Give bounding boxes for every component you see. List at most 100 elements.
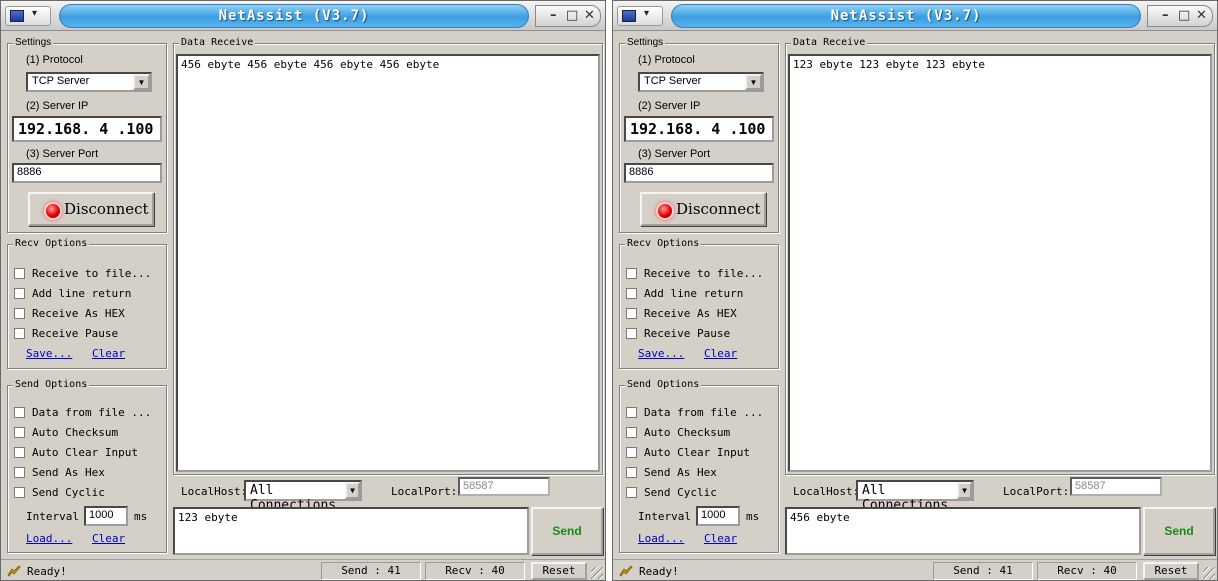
server-port-input[interactable]: 8886 xyxy=(624,163,774,183)
interval-label: Interval xyxy=(638,510,691,523)
recv-options-group: Recv Options Receive to file... Add line… xyxy=(619,238,779,369)
localport-input[interactable]: 58587 xyxy=(458,477,550,496)
recv-option-checkbox[interactable]: Add line return xyxy=(14,287,164,301)
recv-option-checkbox[interactable]: Receive Pause xyxy=(626,327,776,341)
checkbox-box[interactable] xyxy=(626,447,637,458)
send-option-checkbox[interactable]: Send Cyclic xyxy=(14,486,164,500)
settings-group-label: Settings xyxy=(625,37,666,49)
send-textarea[interactable]: 456 ebyte xyxy=(785,507,1141,555)
dropdown-arrow-icon[interactable]: ▼ xyxy=(345,482,360,499)
checkbox-box[interactable] xyxy=(14,308,25,319)
protocol-select[interactable]: TCP Server ▼ xyxy=(638,72,764,92)
recv-option-checkbox[interactable]: Receive Pause xyxy=(14,327,164,341)
send-option-checkbox[interactable]: Auto Clear Input xyxy=(626,446,776,460)
window-title: NetAssist (V3.7) xyxy=(830,8,982,24)
send-option-checkbox[interactable]: Send As Hex xyxy=(14,466,164,480)
send-option-checkbox[interactable]: Send Cyclic xyxy=(626,486,776,500)
close-icon[interactable]: ✕ xyxy=(584,8,595,23)
send-option-checkbox[interactable]: Auto Checksum xyxy=(626,426,776,440)
checkbox-box[interactable] xyxy=(14,288,25,299)
reset-button[interactable]: Reset xyxy=(1143,562,1199,580)
server-port-label: (3) Server Port xyxy=(26,148,99,160)
send-button[interactable]: Send xyxy=(1143,507,1215,555)
checkbox-box[interactable] xyxy=(14,467,25,478)
server-ip-input[interactable]: 192.168. 4 .100 xyxy=(12,116,162,142)
recv-option-checkbox[interactable]: Receive As HEX xyxy=(14,307,164,321)
send-textarea[interactable]: 123 ebyte xyxy=(173,507,529,555)
server-ip-input[interactable]: 192.168. 4 .100 xyxy=(624,116,774,142)
save-link[interactable]: Save... xyxy=(638,347,684,360)
recv-clear-link[interactable]: Clear xyxy=(92,347,125,360)
recv-option-checkbox[interactable]: Receive to file... xyxy=(14,267,164,281)
title-bar[interactable]: ▾ NetAssist (V3.7) – □ ✕ xyxy=(613,1,1217,31)
load-link[interactable]: Load... xyxy=(638,532,684,545)
send-option-checkbox[interactable]: Data from file ... xyxy=(626,406,776,420)
resize-grip-icon[interactable] xyxy=(1203,567,1215,579)
send-option-checkbox[interactable]: Auto Clear Input xyxy=(14,446,164,460)
save-link[interactable]: Save... xyxy=(26,347,72,360)
send-option-checkbox[interactable]: Send As Hex xyxy=(626,466,776,480)
interval-input[interactable]: 1000 xyxy=(696,506,740,526)
interval-input[interactable]: 1000 xyxy=(84,506,128,526)
reset-button[interactable]: Reset xyxy=(531,562,587,580)
recv-option-checkbox[interactable]: Add line return xyxy=(626,287,776,301)
system-menu-button[interactable]: ▾ xyxy=(5,6,51,26)
title-bar[interactable]: ▾ NetAssist (V3.7) – □ ✕ xyxy=(1,1,605,31)
localhost-select[interactable]: All Connections ▼ xyxy=(856,480,974,513)
protocol-select[interactable]: TCP Server ▼ xyxy=(26,72,152,92)
send-clear-link[interactable]: Clear xyxy=(92,532,125,545)
checkbox-box[interactable] xyxy=(626,328,637,339)
send-button[interactable]: Send xyxy=(531,507,603,555)
checkbox-box[interactable] xyxy=(14,427,25,438)
send-option-label: Send Cyclic xyxy=(644,486,717,499)
localport-input[interactable]: 58587 xyxy=(1070,477,1162,496)
recv-clear-link[interactable]: Clear xyxy=(704,347,737,360)
checkbox-box[interactable] xyxy=(14,447,25,458)
disconnect-button[interactable]: Disconnect xyxy=(28,192,154,226)
checkbox-box[interactable] xyxy=(626,268,637,279)
protocol-label: (1) Protocol xyxy=(26,54,83,66)
checkbox-box[interactable] xyxy=(626,308,637,319)
checkbox-box[interactable] xyxy=(626,427,637,438)
send-option-checkbox[interactable]: Auto Checksum xyxy=(14,426,164,440)
data-receive-label: Data Receive xyxy=(179,37,256,49)
dropdown-arrow-icon[interactable]: ▼ xyxy=(957,482,972,499)
checkbox-box[interactable] xyxy=(626,407,637,418)
send-clear-link[interactable]: Clear xyxy=(704,532,737,545)
dropdown-arrow-icon[interactable]: ▼ xyxy=(133,74,150,90)
minimize-icon[interactable]: – xyxy=(550,8,557,23)
maximize-icon[interactable]: □ xyxy=(566,8,578,23)
connection-status-led-icon xyxy=(658,204,672,218)
checkbox-box[interactable] xyxy=(626,467,637,478)
resize-grip-icon[interactable] xyxy=(591,567,603,579)
checkbox-box[interactable] xyxy=(626,487,637,498)
checkbox-box[interactable] xyxy=(626,288,637,299)
dropdown-arrow-icon[interactable]: ▼ xyxy=(745,74,762,90)
protocol-value: TCP Server xyxy=(32,75,90,87)
load-link[interactable]: Load... xyxy=(26,532,72,545)
server-ip-label: (2) Server IP xyxy=(26,100,89,112)
receive-textarea[interactable]: 123 ebyte 123 ebyte 123 ebyte xyxy=(788,54,1212,472)
disconnect-button[interactable]: Disconnect xyxy=(640,192,766,226)
chevron-down-icon: ▾ xyxy=(32,8,38,19)
checkbox-box[interactable] xyxy=(14,328,25,339)
localhost-label: LocalHost: xyxy=(793,485,860,498)
recv-option-checkbox[interactable]: Receive As HEX xyxy=(626,307,776,321)
send-option-checkbox[interactable]: Data from file ... xyxy=(14,406,164,420)
checkbox-box[interactable] xyxy=(14,268,25,279)
send-option-label: Send Cyclic xyxy=(32,486,105,499)
close-icon[interactable]: ✕ xyxy=(1196,8,1207,23)
send-option-label: Send As Hex xyxy=(644,466,717,479)
checkbox-box[interactable] xyxy=(14,407,25,418)
receive-textarea[interactable]: 456 ebyte 456 ebyte 456 ebyte 456 ebyte xyxy=(176,54,600,472)
settings-group-label: Settings xyxy=(13,37,54,49)
localhost-select[interactable]: All Connections ▼ xyxy=(244,480,362,513)
recv-counter: Recv : 40 xyxy=(425,562,525,580)
maximize-icon[interactable]: □ xyxy=(1178,8,1190,23)
recv-option-checkbox[interactable]: Receive to file... xyxy=(626,267,776,281)
recv-option-label: Receive As HEX xyxy=(32,307,125,320)
server-port-input[interactable]: 8886 xyxy=(12,163,162,183)
minimize-icon[interactable]: – xyxy=(1162,8,1169,23)
checkbox-box[interactable] xyxy=(14,487,25,498)
system-menu-button[interactable]: ▾ xyxy=(617,6,663,26)
